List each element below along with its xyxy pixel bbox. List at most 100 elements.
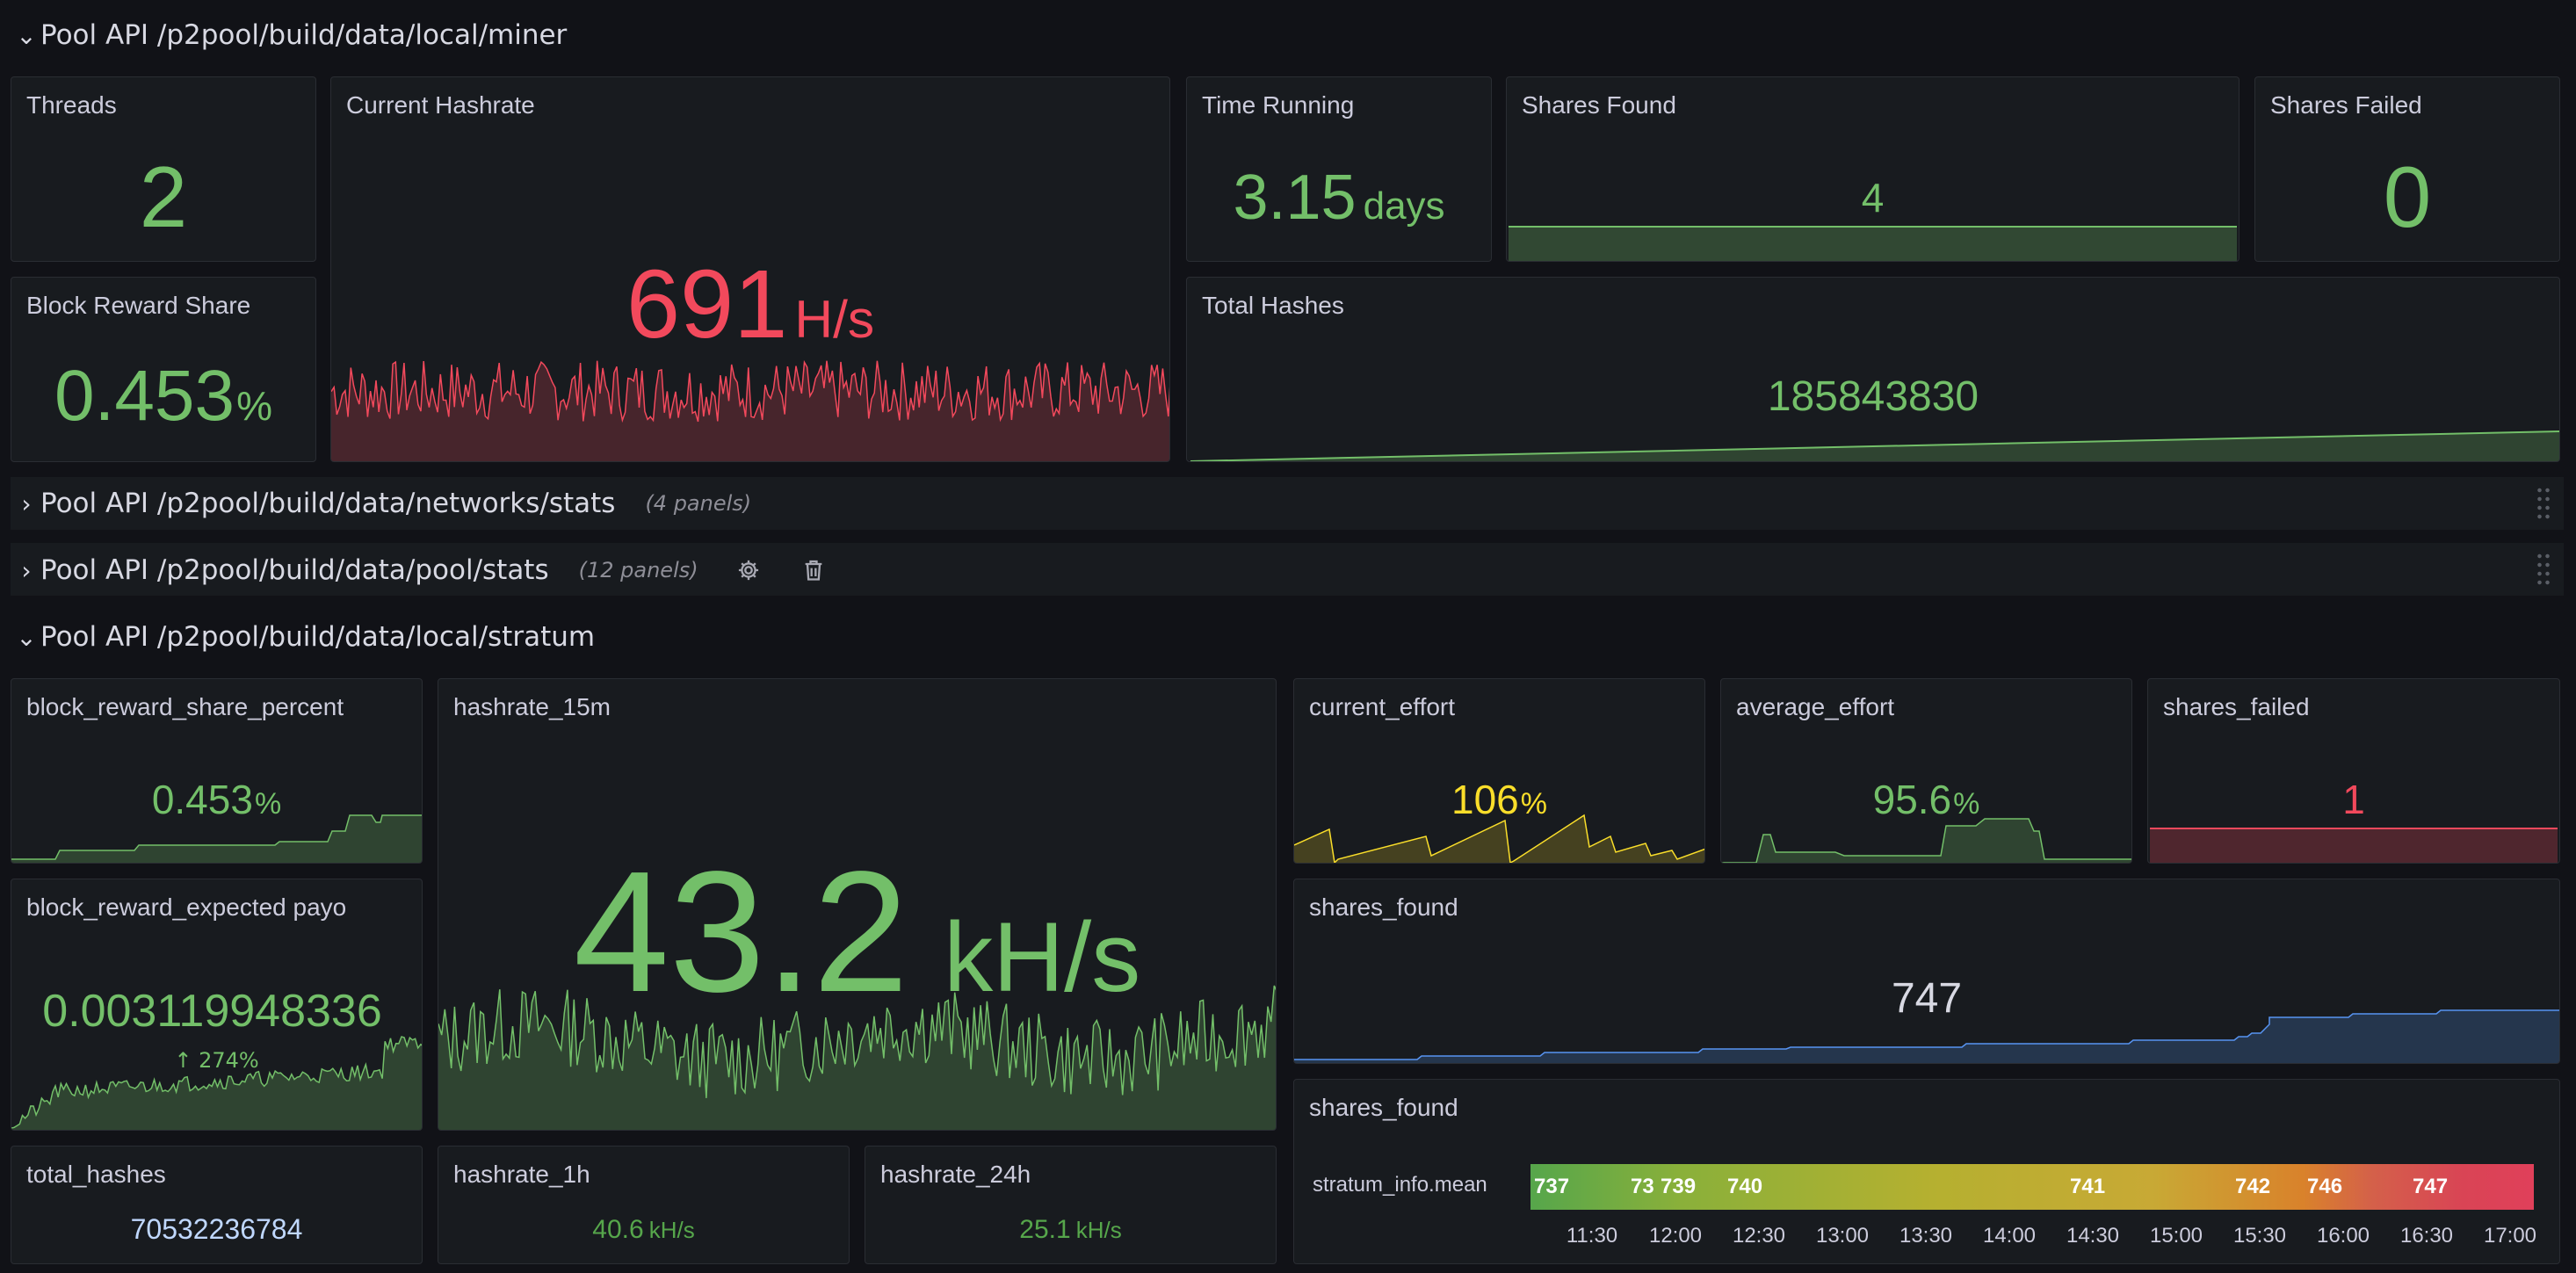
panel-title: hashrate_24h bbox=[880, 1161, 1031, 1188]
timeline-segment: 740 bbox=[1727, 1175, 1763, 1198]
drag-handle-icon[interactable] bbox=[2536, 486, 2551, 521]
axis-tick: 17:00 bbox=[2483, 1224, 2537, 1248]
row-header-pool[interactable]: › Pool API /p2pool/build/data/pool/stats… bbox=[12, 553, 829, 588]
stat-unit: H/s bbox=[794, 289, 875, 349]
panel-block-reward-expected-payout[interactable]: block_reward_expected payo 0.00311994833… bbox=[11, 879, 423, 1131]
axis-tick: 12:00 bbox=[1648, 1224, 1703, 1248]
panel-title: Current Hashrate bbox=[346, 91, 535, 119]
shares-found-sparkline bbox=[1509, 226, 2237, 261]
shares-failed-sparkline bbox=[2150, 828, 2558, 863]
axis-tick: 14:00 bbox=[1982, 1224, 2037, 1248]
stat-unit: % bbox=[254, 787, 282, 821]
stat-unit: % bbox=[1520, 787, 1547, 821]
panel-current-hashrate[interactable]: Current Hashrate 691 H/s bbox=[330, 76, 1170, 462]
panel-shares-failed-stratum[interactable]: shares_failed 1 bbox=[2147, 678, 2560, 864]
row-header-miner[interactable]: ⌄ Pool API /p2pool/build/data/local/mine… bbox=[12, 18, 567, 53]
panel-total-hashes-stratum[interactable]: total_hashes 70532236784 bbox=[11, 1146, 423, 1264]
stat-unit: kH/s bbox=[648, 1217, 695, 1243]
stat-number: 691 bbox=[626, 250, 788, 358]
stat-number: 25.1 bbox=[1019, 1215, 1071, 1244]
stat-number: 43.2 bbox=[573, 835, 909, 1028]
panel-current-effort[interactable]: current_effort 106% bbox=[1293, 678, 1705, 864]
panel-shares-failed[interactable]: Shares Failed 0 bbox=[2254, 76, 2560, 262]
stat-value: 40.6 kH/s bbox=[438, 1215, 849, 1245]
axis-tick: 13:00 bbox=[1815, 1224, 1870, 1248]
trash-icon[interactable] bbox=[799, 555, 829, 585]
stat-value: 106% bbox=[1294, 776, 1704, 823]
chevron-right-icon: › bbox=[21, 488, 32, 518]
arrow-up-icon: ↑ bbox=[174, 1048, 192, 1073]
panel-block-reward-share[interactable]: Block Reward Share 0.453% bbox=[11, 277, 316, 462]
gear-icon[interactable] bbox=[734, 555, 763, 585]
timeline-series-label: stratum_info.mean bbox=[1313, 1173, 1487, 1197]
panel-title: Total Hashes bbox=[1202, 292, 1344, 319]
panel-title: Shares Found bbox=[1522, 91, 1676, 119]
stat-number: 95.6 bbox=[1872, 777, 1952, 822]
stat-value: 2 bbox=[139, 148, 188, 245]
row-panel-count: (4 panels) bbox=[645, 491, 752, 516]
stat-value: 0.003119948336 bbox=[42, 986, 382, 1037]
stat-unit: % bbox=[1953, 787, 1980, 821]
stat-value: 691 H/s bbox=[331, 249, 1169, 360]
row-title: Pool API /p2pool/build/data/networks/sta… bbox=[40, 488, 616, 519]
stat-change: ↑ 274% bbox=[11, 1048, 422, 1073]
row-title: Pool API /p2pool/build/data/local/miner bbox=[40, 19, 568, 51]
stat-value: 25.1 kH/s bbox=[865, 1215, 1276, 1245]
stat-number: 0.453 bbox=[151, 777, 253, 822]
axis-tick: 12:30 bbox=[1732, 1224, 1786, 1248]
stat-value: 0.453% bbox=[11, 776, 422, 823]
timeline-segment: 73 bbox=[1631, 1175, 1654, 1198]
panel-hashrate-1h[interactable]: hashrate_1h 40.6 kH/s bbox=[438, 1146, 850, 1264]
timeline-segment: 746 bbox=[2307, 1175, 2343, 1198]
row-title: Pool API /p2pool/build/data/pool/stats bbox=[40, 554, 549, 586]
panel-title: hashrate_1h bbox=[453, 1161, 590, 1188]
chevron-down-icon: ⌄ bbox=[16, 622, 37, 652]
timeline-segment: 741 bbox=[2070, 1175, 2106, 1198]
stat-value: 747 bbox=[1891, 975, 1963, 1022]
timeline-segment: 742 bbox=[2235, 1175, 2271, 1198]
axis-tick: 16:30 bbox=[2399, 1224, 2454, 1248]
stat-unit: days bbox=[1363, 184, 1445, 228]
stat-value: 185843830 bbox=[1767, 373, 1979, 420]
stat-unit: % bbox=[236, 383, 273, 429]
stat-number: 106 bbox=[1451, 777, 1519, 822]
panel-average-effort[interactable]: average_effort 95.6% bbox=[1720, 678, 2132, 864]
stat-value: 0 bbox=[2383, 148, 2432, 245]
panel-title: Shares Failed bbox=[2270, 91, 2422, 119]
stat-value: 95.6% bbox=[1721, 776, 2131, 823]
timeline-segment: 737 bbox=[1534, 1175, 1570, 1198]
panel-block-reward-share-percent[interactable]: block_reward_share_percent 0.453% bbox=[11, 678, 423, 864]
row-header-stratum[interactable]: ⌄ Pool API /p2pool/build/data/local/stra… bbox=[12, 619, 595, 655]
stat-unit: kH/s bbox=[944, 902, 1141, 1012]
chevron-down-icon: ⌄ bbox=[16, 20, 37, 50]
row-panel-count: (12 panels) bbox=[578, 558, 698, 582]
panel-shares-found-stratum[interactable]: shares_found 747 bbox=[1293, 879, 2560, 1064]
axis-tick: 11:30 bbox=[1566, 1224, 1618, 1248]
stat-unit: kH/s bbox=[1075, 1217, 1122, 1243]
panel-hashrate-24h[interactable]: hashrate_24h 25.1 kH/s bbox=[865, 1146, 1277, 1264]
row-header-networks[interactable]: › Pool API /p2pool/build/data/networks/s… bbox=[12, 486, 751, 521]
panel-hashrate-15m[interactable]: hashrate_15m 43.2 kH/s bbox=[438, 678, 1277, 1131]
panel-title: shares_failed bbox=[2163, 693, 2310, 720]
axis-tick: 15:30 bbox=[2232, 1224, 2287, 1248]
stat-value: 3.15 days bbox=[1187, 162, 1491, 234]
panel-title: average_effort bbox=[1736, 693, 1895, 720]
drag-handle-icon[interactable] bbox=[2536, 552, 2551, 587]
panel-title: Block Reward Share bbox=[26, 292, 251, 319]
stat-value: 4 bbox=[1861, 175, 1885, 221]
panel-total-hashes[interactable]: Total Hashes 185843830 bbox=[1186, 277, 2560, 462]
panel-title: hashrate_15m bbox=[453, 693, 611, 720]
stat-value: 0.453% bbox=[11, 355, 315, 438]
stat-number: 3.15 bbox=[1233, 163, 1357, 233]
row-title: Pool API /p2pool/build/data/local/stratu… bbox=[40, 621, 596, 653]
panel-threads[interactable]: Threads 2 bbox=[11, 76, 316, 262]
axis-tick: 14:30 bbox=[2066, 1224, 2120, 1248]
stat-number: 40.6 bbox=[592, 1215, 644, 1244]
axis-tick: 16:00 bbox=[2316, 1224, 2370, 1248]
panel-time-running[interactable]: Time Running 3.15 days bbox=[1186, 76, 1492, 262]
stat-value: 1 bbox=[2342, 777, 2365, 822]
timeline-segment: 747 bbox=[2413, 1175, 2449, 1198]
panel-title: shares_found bbox=[1309, 893, 1458, 921]
axis-tick: 13:30 bbox=[1899, 1224, 1953, 1248]
panel-shares-found[interactable]: Shares Found 4 bbox=[1506, 76, 2240, 262]
